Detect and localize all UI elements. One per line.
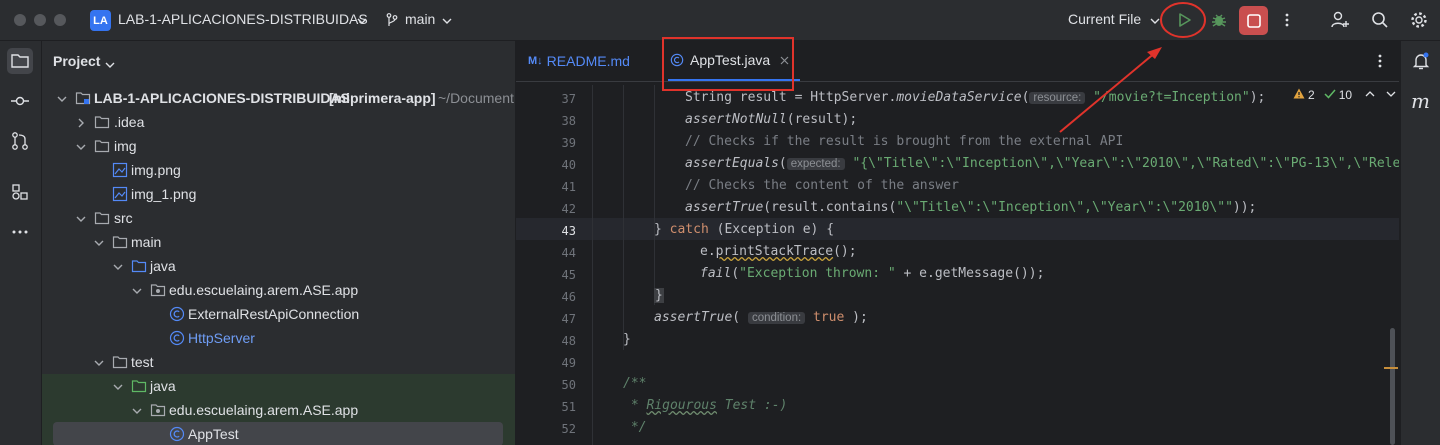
annotation-arrow-line <box>1059 51 1157 133</box>
annotation-overlay <box>1059 2 1206 133</box>
annotation-circle <box>1160 2 1206 38</box>
